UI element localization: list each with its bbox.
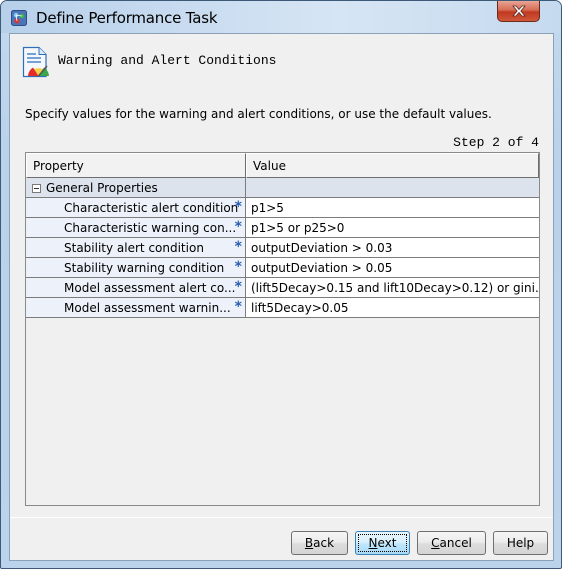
back-mnemonic: B (304, 536, 314, 550)
window-title: Define Performance Task (36, 9, 218, 27)
close-icon (511, 5, 526, 17)
property-cell: Characteristic alert condition * (26, 198, 246, 217)
property-name: Stability warning condition (64, 261, 225, 275)
value-cell[interactable]: outputDeviation > 0.03 (246, 238, 539, 257)
next-mnemonic: N (368, 536, 378, 550)
table-row[interactable]: Stability alert condition * outputDeviat… (26, 238, 539, 258)
property-cell: Characteristic warning con... * (26, 218, 246, 237)
property-name: Characteristic alert condition (64, 201, 239, 215)
value-cell[interactable]: outputDeviation > 0.05 (246, 258, 539, 277)
value-cell[interactable]: lift5Decay>0.05 (246, 298, 539, 317)
required-marker: * (234, 239, 242, 255)
group-label: General Properties (46, 181, 158, 195)
property-cell: Stability warning condition * (26, 258, 246, 277)
required-marker: * (234, 219, 242, 235)
group-value-cell (246, 178, 539, 197)
table-row[interactable]: Stability warning condition * outputDevi… (26, 258, 539, 278)
required-marker: * (234, 279, 242, 295)
required-marker: * (234, 199, 242, 215)
property-cell: Model assessment alert co... * (26, 278, 246, 297)
table-row[interactable]: Model assessment warnin... * lift5Decay>… (26, 298, 539, 318)
cancel-button[interactable]: Cancel (417, 531, 486, 555)
table-row[interactable]: Characteristic alert condition * p1>5 (26, 198, 539, 218)
next-button[interactable]: Next (355, 531, 410, 555)
next-label: ext (377, 536, 397, 550)
app-icon (11, 10, 27, 26)
property-table: Property Value General Properties Charac… (25, 152, 540, 506)
property-name: Stability alert condition (64, 241, 204, 255)
required-marker: * (234, 259, 242, 275)
instruction-text: Specify values for the warning and alert… (25, 107, 492, 121)
help-button[interactable]: Help (493, 531, 548, 555)
step-indicator: Step 2 of 4 (453, 135, 539, 150)
cancel-mnemonic: C (431, 536, 440, 550)
title-bar[interactable]: Define Performance Task (1, 1, 561, 33)
required-marker: * (234, 299, 242, 315)
property-name: Model assessment warnin... (64, 301, 231, 315)
column-header-value[interactable]: Value (246, 153, 539, 178)
page-title: Warning and Alert Conditions (58, 53, 277, 68)
group-label-cell: General Properties (26, 178, 246, 197)
value-cell[interactable]: p1>5 (246, 198, 539, 217)
table-row[interactable]: Model assessment alert co... * (lift5Dec… (26, 278, 539, 298)
table-body: General Properties Characteristic alert … (26, 178, 539, 318)
value-cell[interactable]: p1>5 or p25>0 (246, 218, 539, 237)
dialog-window: Define Performance Task Warning and Aler… (0, 0, 562, 569)
column-header-property[interactable]: Property (26, 153, 246, 178)
value-cell[interactable]: (lift5Decay>0.15 and lift10Decay>0.12) o… (246, 278, 539, 297)
table-row[interactable]: Characteristic warning con... * p1>5 or … (26, 218, 539, 238)
property-cell: Model assessment warnin... * (26, 298, 246, 317)
property-name: Model assessment alert co... (64, 281, 236, 295)
back-label: ack (313, 536, 335, 550)
table-header: Property Value (26, 153, 539, 178)
collapse-toggle-icon[interactable] (32, 184, 41, 193)
footer-divider (10, 517, 553, 518)
dialog-content: Warning and Alert Conditions Specify val… (9, 33, 554, 561)
report-gauge-icon (22, 46, 49, 78)
property-cell: Stability alert condition * (26, 238, 246, 257)
close-button[interactable] (497, 1, 540, 22)
back-button[interactable]: Back (291, 531, 348, 555)
property-name: Characteristic warning con... (64, 221, 237, 235)
group-row-general-properties[interactable]: General Properties (26, 178, 539, 198)
cancel-label: ancel (439, 536, 472, 550)
